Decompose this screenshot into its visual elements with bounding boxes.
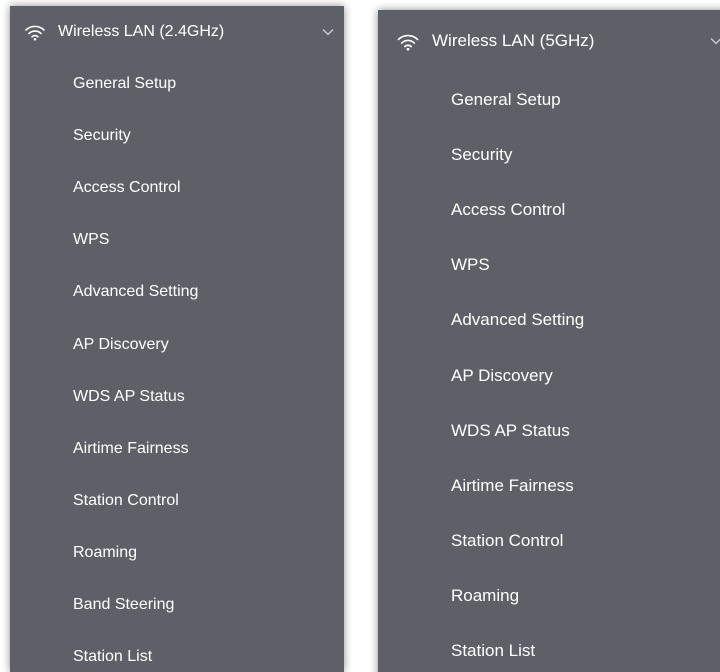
menu-item-security[interactable]: Security xyxy=(378,127,720,182)
menu-item-security[interactable]: Security xyxy=(10,110,344,162)
chevron-down-icon[interactable] xyxy=(322,28,334,36)
menu-item-station-list[interactable]: Station List xyxy=(10,631,344,672)
menu-item-general-setup[interactable]: General Setup xyxy=(10,58,344,110)
menu-list: General Setup Security Access Control WP… xyxy=(378,72,720,672)
menu-item-airtime-fairness[interactable]: Airtime Fairness xyxy=(378,458,720,513)
menu-item-ap-discovery[interactable]: AP Discovery xyxy=(378,348,720,403)
wifi-icon xyxy=(24,23,46,41)
menu-item-ap-discovery[interactable]: AP Discovery xyxy=(10,318,344,370)
menu-item-roaming[interactable]: Roaming xyxy=(10,527,344,579)
menu-item-station-control[interactable]: Station Control xyxy=(10,475,344,527)
menu-title: Wireless LAN (2.4GHz) xyxy=(58,23,225,40)
menu-item-wds-ap-status[interactable]: WDS AP Status xyxy=(10,371,344,423)
menu-item-band-steering[interactable]: Band Steering xyxy=(10,579,344,631)
menu-item-access-control[interactable]: Access Control xyxy=(10,162,344,214)
chevron-down-icon[interactable] xyxy=(710,37,720,45)
wireless-lan-24ghz-menu: Wireless LAN (2.4GHz) General Setup Secu… xyxy=(10,6,344,672)
menu-item-wps[interactable]: WPS xyxy=(10,214,344,266)
menu-title: Wireless LAN (5GHz) xyxy=(432,31,595,50)
menu-item-wps[interactable]: WPS xyxy=(378,238,720,293)
menu-item-advanced-setting[interactable]: Advanced Setting xyxy=(378,293,720,348)
menu-item-general-setup[interactable]: General Setup xyxy=(378,72,720,127)
wireless-lan-24ghz-header[interactable]: Wireless LAN (2.4GHz) xyxy=(10,6,344,58)
menu-item-access-control[interactable]: Access Control xyxy=(378,182,720,237)
menu-list: General Setup Security Access Control WP… xyxy=(10,58,344,672)
menu-item-wds-ap-status[interactable]: WDS AP Status xyxy=(378,403,720,458)
wireless-lan-5ghz-menu: Wireless LAN (5GHz) General Setup Securi… xyxy=(378,10,720,672)
wireless-lan-5ghz-header[interactable]: Wireless LAN (5GHz) xyxy=(378,10,720,72)
menu-item-airtime-fairness[interactable]: Airtime Fairness xyxy=(10,423,344,475)
wifi-icon xyxy=(396,32,420,51)
menu-item-station-control[interactable]: Station Control xyxy=(378,514,720,569)
menu-item-roaming[interactable]: Roaming xyxy=(378,569,720,624)
menu-item-station-list[interactable]: Station List xyxy=(378,624,720,672)
menu-item-advanced-setting[interactable]: Advanced Setting xyxy=(10,266,344,318)
